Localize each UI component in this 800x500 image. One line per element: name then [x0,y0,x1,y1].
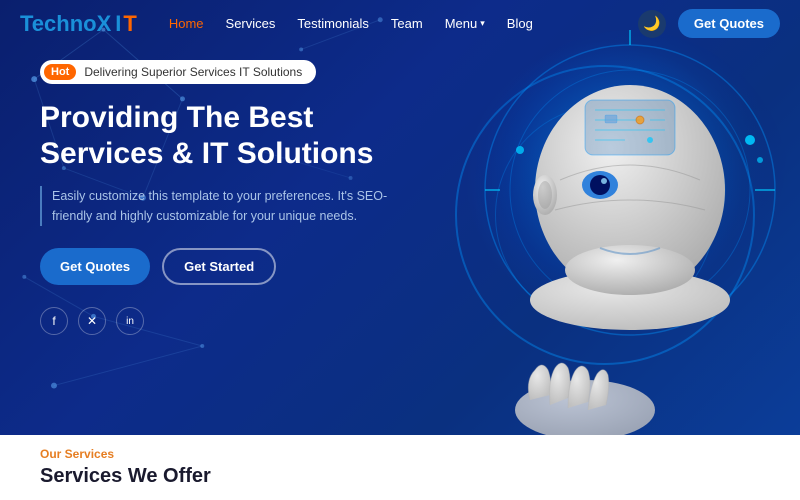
hero-title: Providing The Best Services & IT Solutio… [40,100,400,172]
nav-blog[interactable]: Blog [507,16,533,31]
hero-section: Hot Delivering Superior Services IT Solu… [0,0,800,435]
hot-badge: Hot Delivering Superior Services IT Solu… [40,60,316,84]
facebook-icon[interactable]: f [40,307,68,335]
hero-get-started-button[interactable]: Get Started [162,248,276,285]
logo-text-blue: TechnoX [20,11,111,37]
nav-team[interactable]: Team [391,16,423,31]
bottom-section: Our Services Services We Offer [0,435,800,500]
hero-subtitle: Easily customize this template to your p… [40,186,400,226]
dark-mode-toggle[interactable]: 🌙 [638,10,666,38]
hero-content: Hot Delivering Superior Services IT Solu… [40,60,400,335]
nav-actions: 🌙 Get Quotes [638,9,780,38]
nav-get-quotes-button[interactable]: Get Quotes [678,9,780,38]
hero-title-line1: Providing The Best [40,101,313,134]
logo-t: T [123,11,136,37]
twitter-x-icon[interactable]: ✕ [78,307,106,335]
navbar: TechnoX I T Home Services Testimonials T… [0,0,800,47]
nav-home[interactable]: Home [169,16,204,31]
hero-get-quotes-button[interactable]: Get Quotes [40,248,150,285]
linkedin-icon[interactable]: in [116,307,144,335]
chevron-down-icon: ▾ [480,18,485,29]
hero-title-line2: Services & IT Solutions [40,137,373,170]
hero-buttons: Get Quotes Get Started [40,248,400,285]
our-services-label: Our Services [40,447,760,461]
logo-it: I [115,11,121,37]
services-we-offer-title: Services We Offer [40,465,760,488]
hot-badge-text: Delivering Superior Services IT Solution… [84,65,302,79]
robot-svg [400,0,800,435]
social-icons: f ✕ in [40,307,400,335]
nav-services[interactable]: Services [226,16,276,31]
hot-label: Hot [44,64,76,80]
nav-menu[interactable]: Menu ▾ [445,16,485,31]
nav-testimonials[interactable]: Testimonials [297,16,369,31]
robot-illustration [390,0,800,435]
logo[interactable]: TechnoX I T [20,11,139,37]
moon-icon: 🌙 [643,15,660,32]
nav-links: Home Services Testimonials Team Menu ▾ B… [169,16,638,31]
